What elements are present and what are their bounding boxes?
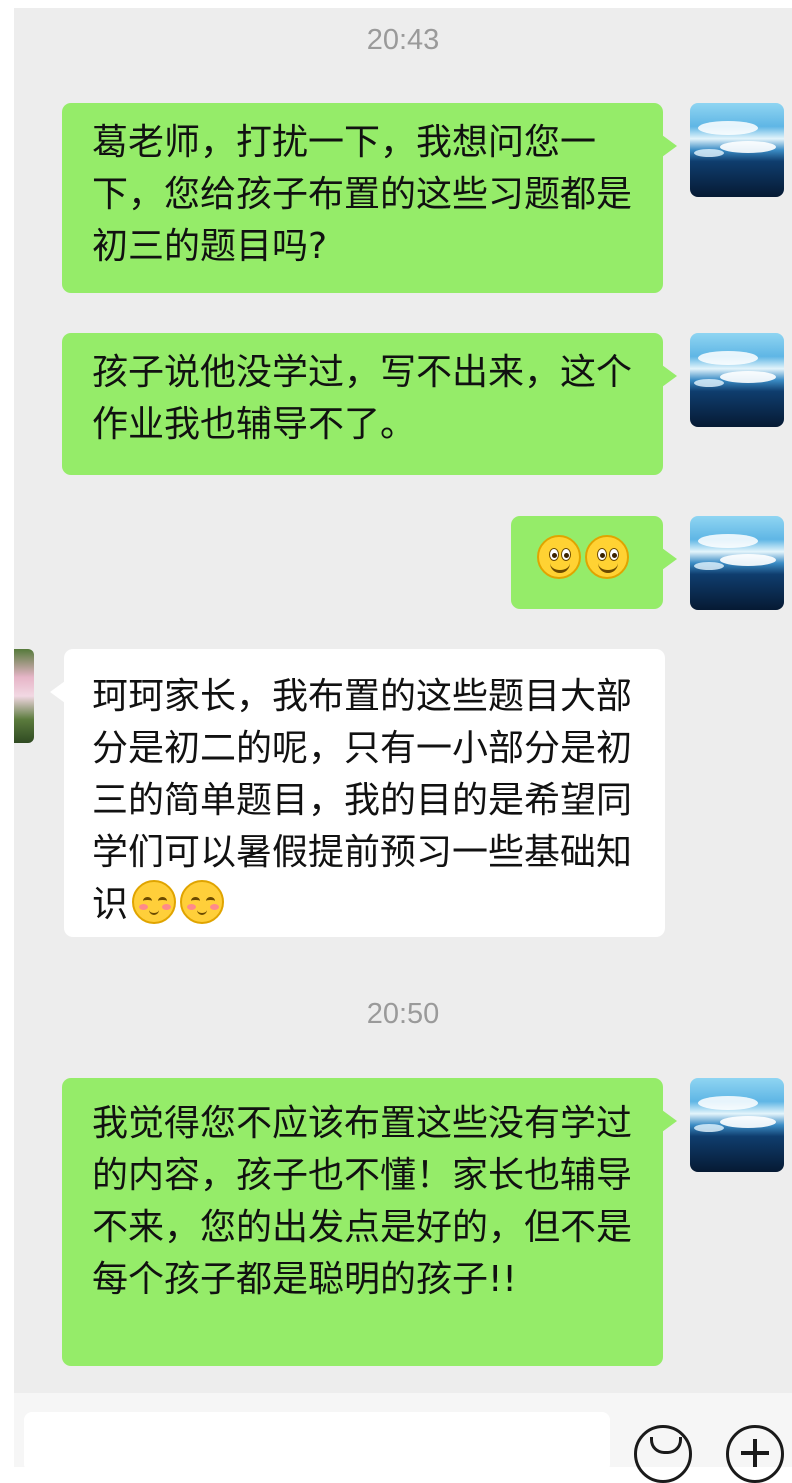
message-text: 我觉得您不应该布置这些没有学过的内容，孩子也不懂！家长也辅导不来，您的出发点是好… xyxy=(92,1103,633,1300)
teacher-avatar[interactable] xyxy=(14,649,34,743)
smile-emoji-icon xyxy=(585,535,629,579)
timestamp: 20:50 xyxy=(366,998,440,1030)
chat-area[interactable]: 20:43 葛老师，打扰一下，我想问您一下，您给孩子布置的这些习题都是初三的题目… xyxy=(14,8,792,1393)
sent-message-bubble[interactable]: 孩子说他没学过，写不出来，这个作业我也辅导不了。 xyxy=(62,333,677,475)
message-text: 孩子说他没学过，写不出来，这个作业我也辅导不了。 xyxy=(92,352,633,445)
sent-emoji-bubble[interactable] xyxy=(511,516,677,609)
message-text: 珂珂家长，我布置的这些题目大部分是初二的呢，只有一小部分是初三的简单题目，我的目… xyxy=(92,676,633,925)
blush-emoji-icon xyxy=(132,880,177,924)
message-input[interactable] xyxy=(24,1412,610,1472)
timestamp: 20:43 xyxy=(366,24,440,56)
emoji-icon[interactable] xyxy=(634,1425,692,1483)
my-avatar[interactable] xyxy=(690,1078,784,1172)
my-avatar[interactable] xyxy=(690,103,784,197)
received-message-bubble[interactable]: 珂珂家长，我布置的这些题目大部分是初二的呢，只有一小部分是初三的简单题目，我的目… xyxy=(50,649,665,937)
smile-emoji-icon xyxy=(537,535,581,579)
my-avatar[interactable] xyxy=(690,333,784,427)
input-bar xyxy=(14,1393,792,1483)
message-text: 葛老师，打扰一下，我想问您一下，您给孩子布置的这些习题都是初三的题目吗? xyxy=(92,122,633,267)
blush-emoji-icon xyxy=(180,880,225,924)
sent-message-bubble[interactable]: 葛老师，打扰一下，我想问您一下，您给孩子布置的这些习题都是初三的题目吗? xyxy=(62,103,677,293)
my-avatar[interactable] xyxy=(690,516,784,610)
plus-icon[interactable] xyxy=(726,1425,784,1483)
sent-message-bubble[interactable]: 我觉得您不应该布置这些没有学过的内容，孩子也不懂！家长也辅导不来，您的出发点是好… xyxy=(62,1078,677,1366)
